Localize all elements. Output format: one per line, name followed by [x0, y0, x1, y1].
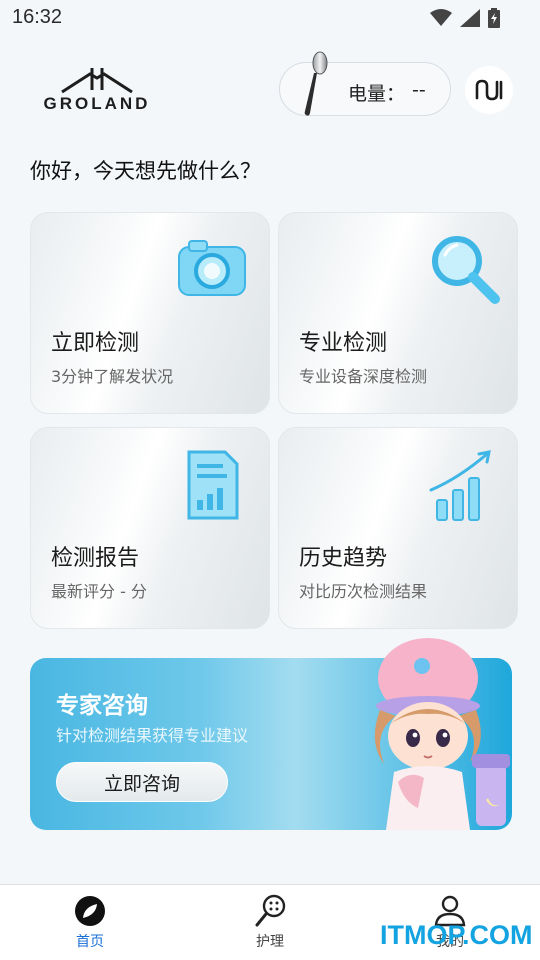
nav-label: 护理	[256, 934, 284, 950]
card-title: 历史趋势	[299, 546, 388, 571]
history-trend-card[interactable]: 历史趋势 对比历次检测结果	[278, 427, 518, 629]
wifi-icon	[430, 9, 452, 26]
expert-consult-banner[interactable]: 专家咨询 针对检测结果获得专业建议 立即咨询	[30, 638, 512, 830]
battery-status-icon	[488, 8, 500, 28]
camera-icon	[178, 240, 246, 296]
nav-care[interactable]: 护理	[230, 893, 310, 951]
status-bar: 16:32	[0, 0, 540, 36]
home-compass-icon	[75, 896, 105, 926]
status-icons	[430, 8, 500, 28]
magnifier-icon	[432, 236, 500, 304]
card-title: 专业检测	[299, 331, 388, 356]
trend-chart-icon	[429, 450, 491, 521]
site-watermark: ITMOP.COM	[380, 920, 533, 950]
card-title: 立即检测	[51, 331, 140, 356]
nav-label: 首页	[76, 934, 104, 950]
status-time: 16:32	[12, 6, 63, 28]
battery-label: 电量：	[348, 83, 406, 105]
report-card[interactable]: 检测报告 最新评分 - 分	[30, 427, 270, 629]
toothbrush-device-icon	[304, 51, 328, 116]
professional-check-card[interactable]: 专业检测 专业设备深度检测	[278, 212, 518, 414]
brand-name: GROLAND	[43, 94, 151, 113]
device-connect-button[interactable]	[465, 66, 513, 114]
report-document-icon	[187, 450, 239, 520]
mascot-illustration	[374, 638, 510, 830]
banner-title: 专家咨询	[56, 693, 148, 719]
card-title: 检测报告	[51, 546, 140, 571]
consult-now-button[interactable]: 立即咨询	[56, 762, 228, 802]
signal-icon	[460, 9, 480, 27]
battery-value: --	[412, 79, 426, 101]
instant-check-card[interactable]: 立即检测 3分钟了解发状况	[30, 212, 270, 414]
connection-wave-icon	[475, 79, 503, 101]
card-subtitle: 最新评分 - 分	[51, 582, 147, 601]
brush-care-icon	[255, 894, 286, 927]
banner-subtitle: 针对检测结果获得专业建议	[56, 726, 249, 745]
brand-logo: GROLAND	[40, 64, 154, 114]
greeting-text: 你好，今天想先做什么？	[30, 159, 261, 183]
card-subtitle: 对比历次检测结果	[299, 582, 428, 601]
device-battery-status[interactable]: 电量： --	[279, 51, 451, 116]
nav-home[interactable]: 首页	[50, 893, 130, 951]
brand-logo-mark-icon	[61, 68, 133, 94]
card-subtitle: 专业设备深度检测	[299, 367, 428, 386]
card-subtitle: 3分钟了解发状况	[51, 367, 174, 386]
